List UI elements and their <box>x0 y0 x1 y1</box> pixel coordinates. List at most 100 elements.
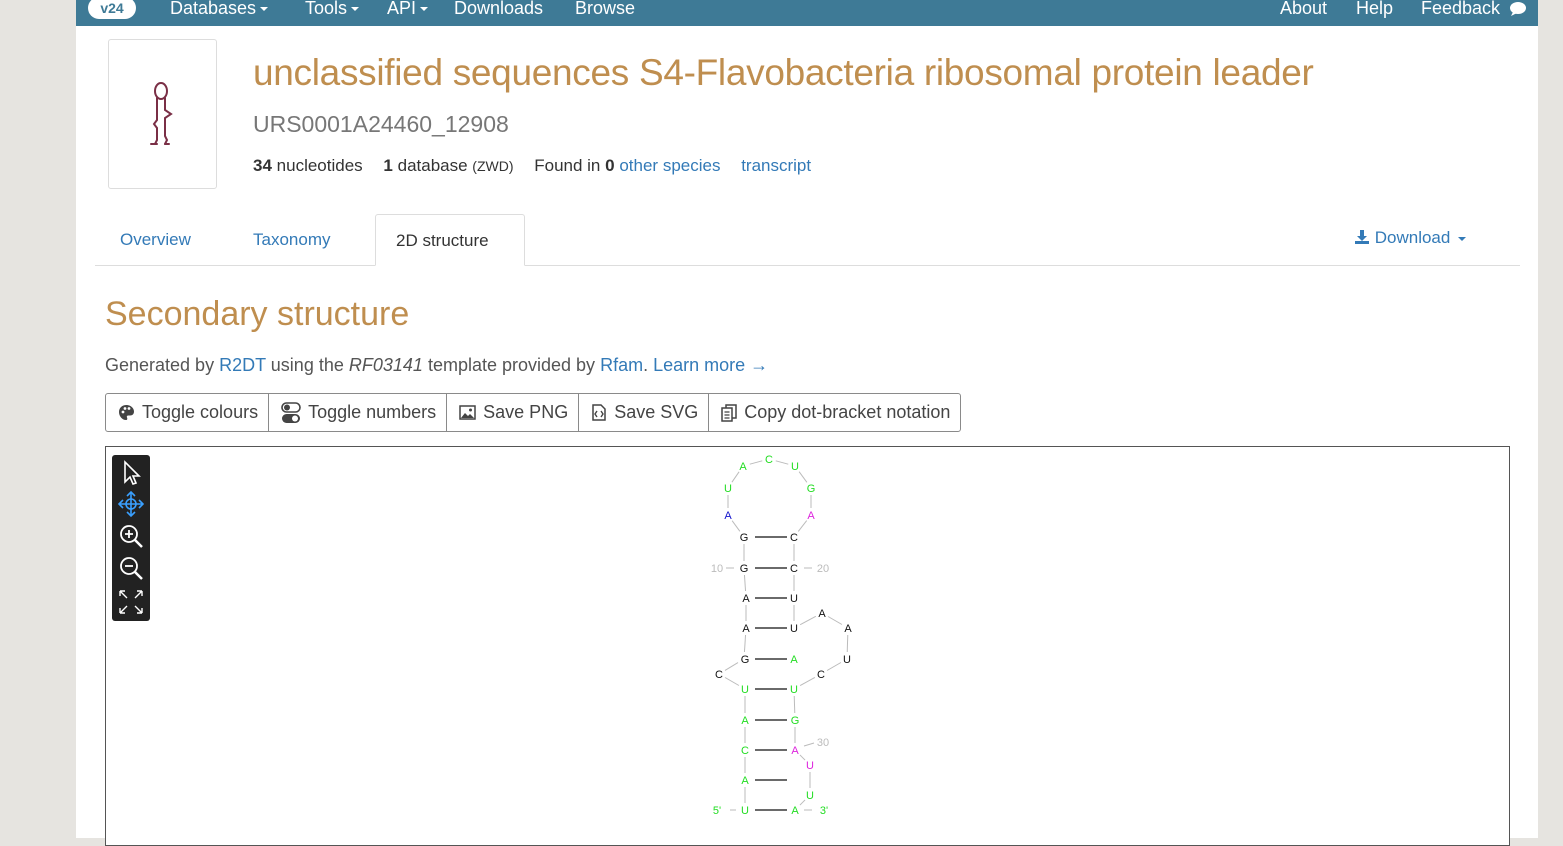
rfam-link[interactable]: Rfam <box>600 355 643 375</box>
nucleotide[interactable]: U <box>843 654 851 666</box>
page: v24 Databases Tools API Downloads Browse… <box>76 0 1538 846</box>
save-svg-button[interactable]: Save SVG <box>579 393 710 432</box>
nucleotides-count: 34 <box>253 156 272 175</box>
toggle-numbers-button[interactable]: Toggle numbers <box>269 393 448 432</box>
navbar: v24 Databases Tools API Downloads Browse… <box>76 0 1538 26</box>
nucleotide[interactable]: A <box>741 715 749 727</box>
nucleotide[interactable]: U <box>790 623 798 635</box>
tab-2d-structure[interactable]: 2D structure <box>375 214 525 266</box>
backbone-link <box>799 676 816 687</box>
structure-labels: 5' 3' 10 20 30 <box>711 563 829 817</box>
version-badge[interactable]: v24 <box>88 0 136 19</box>
structure-links <box>724 460 849 811</box>
nucleotide[interactable]: A <box>739 461 747 473</box>
backbone-link <box>743 574 747 592</box>
nucleotide[interactable]: A <box>791 745 799 757</box>
nucleotide[interactable]: U <box>790 593 798 605</box>
nucleotide[interactable]: C <box>817 669 825 681</box>
generated-by-text: Generated by R2DT using the RF03141 temp… <box>105 355 769 375</box>
nucleotide[interactable]: A <box>742 623 750 635</box>
nucleotide[interactable]: U <box>791 461 799 473</box>
nucleotide[interactable]: U <box>806 760 814 772</box>
nucleotide[interactable]: U <box>724 483 732 495</box>
nucleotide[interactable]: C <box>765 454 773 466</box>
caret-down-icon <box>1458 236 1467 241</box>
caret-down-icon <box>420 7 429 12</box>
backbone-link <box>724 677 740 686</box>
nucleotide[interactable]: G <box>791 715 800 727</box>
found-in-label: Found in <box>534 156 601 175</box>
nav-browse[interactable]: Browse <box>575 0 635 20</box>
nucleotide[interactable]: A <box>790 654 798 666</box>
backbone-link <box>846 634 849 653</box>
toggle-icon <box>281 401 301 423</box>
tab-taxonomy[interactable]: Taxonomy <box>233 214 350 265</box>
nucleotide[interactable]: A <box>724 510 732 522</box>
nucleotide[interactable]: U <box>806 790 814 802</box>
nucleotide[interactable]: A <box>742 593 750 605</box>
backbone-link <box>799 799 806 806</box>
backbone-link <box>797 520 808 532</box>
nucleotide[interactable]: U <box>741 805 749 817</box>
sequence-meta: 34 nucleotides 1 database (ZWD) Found in… <box>253 156 811 176</box>
three-prime-label: 3' <box>820 805 828 817</box>
nav-downloads[interactable]: Downloads <box>454 0 543 20</box>
copy-icon <box>721 403 737 422</box>
rna-logo <box>108 39 217 189</box>
backbone-link <box>731 471 740 483</box>
template-id: RF03141 <box>348 355 423 375</box>
tabs-divider <box>95 265 1520 266</box>
nav-api[interactable]: API <box>387 0 429 20</box>
backbone-link <box>799 615 817 626</box>
nucleotide[interactable]: U <box>741 684 749 696</box>
copy-dot-bracket-button[interactable]: Copy dot-bracket notation <box>709 393 960 432</box>
palette-icon <box>119 405 134 420</box>
nucleotide[interactable]: U <box>790 684 798 696</box>
nav-help[interactable]: Help <box>1356 0 1393 20</box>
nucleotide[interactable]: C <box>790 563 798 575</box>
learn-more-link[interactable]: Learn more → <box>653 355 768 375</box>
hairpin-icon <box>150 82 173 145</box>
database-label: database <box>397 156 468 175</box>
nav-tools[interactable]: Tools <box>305 0 360 20</box>
nucleotides-label: nucleotides <box>276 156 363 175</box>
structure-nucleotides: UACAUCGAAGGAUACUGACCUUAAUCAUGAUUA <box>715 454 852 817</box>
nav-about[interactable]: About <box>1280 0 1327 20</box>
save-png-button[interactable]: Save PNG <box>447 393 580 432</box>
structure-toolbar: Toggle colours Toggle numbers Save PNG S… <box>105 393 962 432</box>
backbone-link <box>793 695 796 714</box>
backbone-link <box>798 471 808 483</box>
nucleotide[interactable]: G <box>740 532 749 544</box>
backbone-link <box>775 460 789 465</box>
other-species-link[interactable]: other species <box>619 156 720 175</box>
backbone-link <box>826 662 842 671</box>
nucleotide[interactable]: A <box>818 608 826 620</box>
code-file-icon <box>592 404 606 421</box>
transcript-link[interactable]: transcript <box>741 156 811 175</box>
tab-overview[interactable]: Overview <box>100 214 211 265</box>
nucleotide[interactable]: A <box>741 775 749 787</box>
nucleotide[interactable]: A <box>807 510 815 522</box>
database-count: 1 <box>383 156 393 175</box>
nucleotide[interactable]: C <box>741 745 749 757</box>
caret-down-icon <box>351 7 360 12</box>
download-dropdown[interactable]: Download <box>1354 228 1467 248</box>
nucleotide[interactable]: A <box>791 805 799 817</box>
nucleotide[interactable]: C <box>715 669 723 681</box>
toggle-colours-button[interactable]: Toggle colours <box>106 393 270 432</box>
nav-feedback[interactable]: Feedback <box>1421 0 1527 20</box>
nucleotide[interactable]: A <box>844 623 852 635</box>
structure-viewer[interactable]: UACAUCGAAGGAUACUGACCUUAAUCAUGAUUA 5' 3' 10… <box>105 446 1510 846</box>
r2dt-link[interactable]: R2DT <box>219 355 266 375</box>
backbone-link <box>743 634 747 653</box>
nav-databases[interactable]: Databases <box>170 0 269 20</box>
nucleotide[interactable]: G <box>807 483 816 495</box>
image-icon <box>459 405 476 420</box>
nucleotide[interactable]: C <box>790 532 798 544</box>
position-20-label: 20 <box>817 563 829 575</box>
nucleotide[interactable]: G <box>741 654 750 666</box>
nucleotide[interactable]: G <box>740 563 749 575</box>
position-10-label: 10 <box>711 563 723 575</box>
comment-icon <box>1510 2 1527 17</box>
backbone-link <box>731 520 741 532</box>
